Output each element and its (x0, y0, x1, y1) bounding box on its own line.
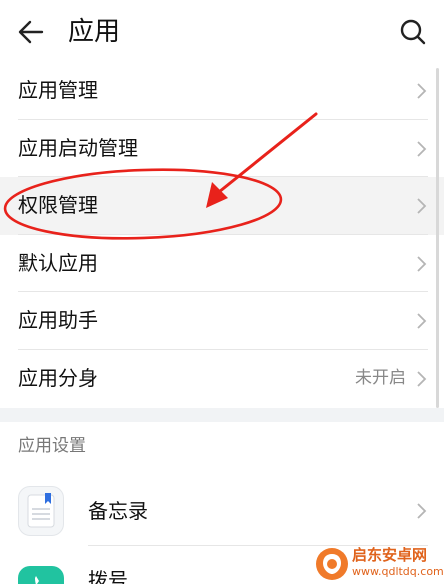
status-value: 未开启 (355, 367, 406, 388)
menu-item-label: 应用分身 (18, 365, 98, 390)
app-settings-list: 应用管理 应用启动管理 权限管理 默认应用 应用助手 应用分身 未开启 (0, 62, 444, 408)
menu-item-app-assistant[interactable]: 应用助手 (0, 292, 444, 350)
menu-item-permission-management[interactable]: 权限管理 (0, 177, 444, 235)
chevron-right-icon (417, 256, 427, 272)
scrollbar[interactable] (436, 68, 439, 408)
menu-item-startup-management[interactable]: 应用启动管理 (0, 120, 444, 178)
app-item-memo[interactable]: 备忘录 (0, 476, 444, 546)
menu-item-label: 应用启动管理 (18, 135, 138, 160)
app-item-label: 备忘录 (88, 499, 148, 523)
chevron-right-icon (417, 503, 427, 519)
chevron-right-icon (417, 371, 427, 387)
search-icon (400, 19, 426, 45)
notepad-icon (18, 486, 64, 536)
menu-item-label: 应用助手 (18, 308, 98, 333)
menu-item-app-management[interactable]: 应用管理 (0, 62, 444, 120)
chevron-right-icon (417, 313, 427, 330)
phone-icon (18, 566, 64, 584)
app-bar: 应用 (0, 0, 444, 64)
page-title: 应用 (68, 17, 121, 47)
menu-item-default-apps[interactable]: 默认应用 (0, 235, 444, 293)
menu-item-label: 应用管理 (18, 78, 98, 102)
chevron-right-icon (417, 83, 427, 99)
chevron-right-icon (417, 140, 427, 157)
watermark-text: 启东安卓网 (352, 546, 428, 564)
menu-item-app-twin[interactable]: 应用分身 未开启 (0, 350, 444, 408)
watermark-logo-icon (316, 548, 348, 580)
watermark: 启东安卓网 www.qdltdq.com (316, 546, 444, 582)
search-button[interactable] (396, 16, 430, 48)
menu-item-label: 权限管理 (18, 193, 98, 218)
arrow-left-icon (18, 20, 44, 44)
menu-item-label: 默认应用 (18, 250, 98, 275)
chevron-right-icon (417, 198, 427, 214)
back-button[interactable] (14, 16, 48, 48)
section-separator (0, 408, 444, 422)
app-item-label: 拨号 (88, 568, 128, 584)
section-title: 应用设置 (18, 436, 86, 456)
watermark-url: www.qdltdq.com (352, 565, 444, 578)
